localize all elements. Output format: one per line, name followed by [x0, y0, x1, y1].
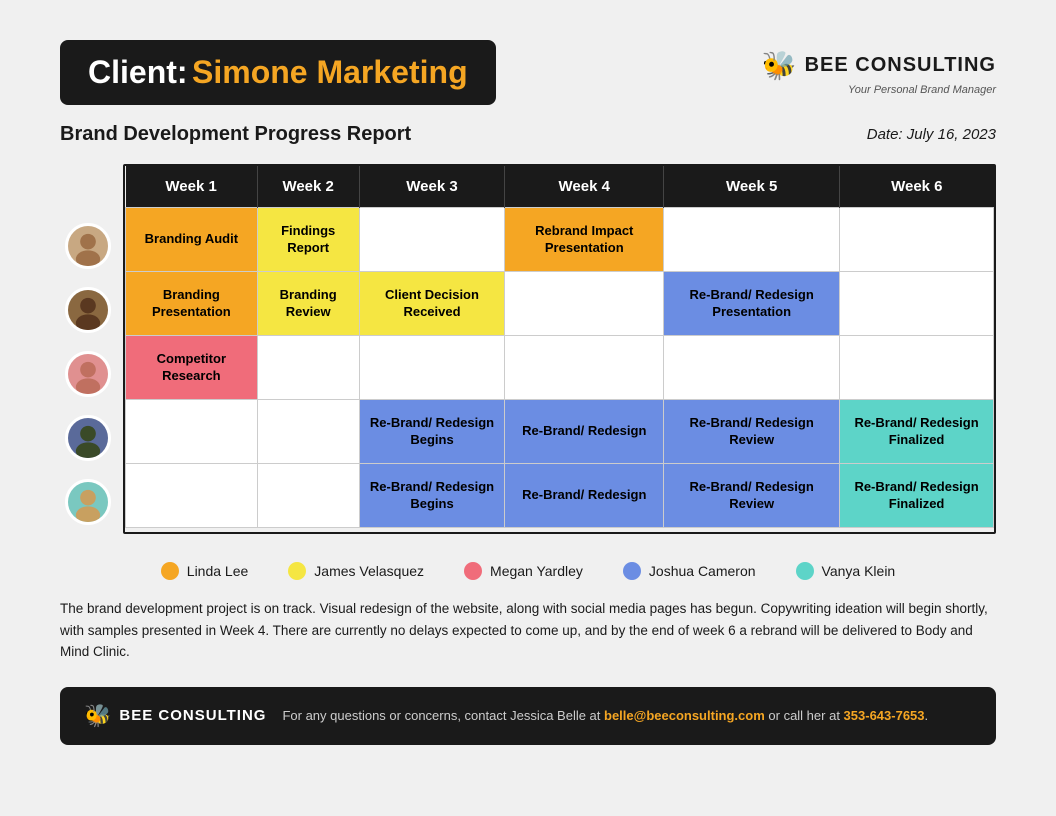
footer-bar: 🐝 BEE CONSULTING For any questions or co… — [60, 687, 996, 745]
table-cell: Re-Brand/ Redesign Review — [664, 400, 840, 464]
col-week5: Week 5 — [664, 166, 840, 208]
table-cell — [126, 464, 258, 528]
table-cell: Re-Brand/ Redesign Presentation — [664, 272, 840, 336]
bee-icon: 🐝 — [762, 49, 797, 82]
table-cell: Re-Brand/ Redesign — [505, 400, 664, 464]
legend-label-vanya: Vanya Klein — [822, 563, 896, 579]
description-text: The brand development project is on trac… — [60, 598, 996, 663]
table-row: Competitor Research — [126, 336, 994, 400]
col-week6: Week 6 — [840, 166, 994, 208]
avatar-cell-2 — [60, 278, 115, 342]
logo-row: 🐝 BEE CONSULTING — [762, 49, 996, 82]
table-cell — [664, 336, 840, 400]
footer-end-text: . — [925, 708, 929, 723]
table-cell: Client Decision Received — [359, 272, 505, 336]
legend-dot-james — [288, 562, 306, 580]
footer-text: For any questions or concerns, contact J… — [282, 708, 972, 723]
table-cell — [359, 208, 505, 272]
table-wrapper: Week 1 Week 2 Week 3 Week 4 Week 5 Week … — [123, 164, 996, 534]
table-row: Re-Brand/ Redesign BeginsRe-Brand/ Redes… — [126, 464, 994, 528]
legend-label-joshua: Joshua Cameron — [649, 563, 756, 579]
client-name: Simone Marketing — [192, 54, 468, 90]
schedule-table: Week 1 Week 2 Week 3 Week 4 Week 5 Week … — [125, 166, 994, 528]
table-row: Re-Brand/ Redesign BeginsRe-Brand/ Redes… — [126, 400, 994, 464]
avatar-james — [65, 287, 111, 333]
footer-mid-text: or call her at — [765, 708, 844, 723]
legend-item-joshua: Joshua Cameron — [623, 562, 756, 580]
legend-section: Linda Lee James Velasquez Megan Yardley … — [60, 562, 996, 580]
col-week2: Week 2 — [257, 166, 359, 208]
table-cell: Branding Presentation — [126, 272, 258, 336]
table-cell — [664, 208, 840, 272]
col-week3: Week 3 — [359, 166, 505, 208]
legend-dot-megan — [464, 562, 482, 580]
avatar-linda — [65, 223, 111, 269]
legend-item-linda: Linda Lee — [161, 562, 249, 580]
table-cell: Re-Brand/ Redesign Begins — [359, 464, 505, 528]
table-cell: Branding Audit — [126, 208, 258, 272]
avatar-vanya — [65, 479, 111, 525]
table-cell — [126, 400, 258, 464]
table-cell: Branding Review — [257, 272, 359, 336]
table-cell — [257, 336, 359, 400]
table-cell — [359, 336, 505, 400]
table-section: Week 1 Week 2 Week 3 Week 4 Week 5 Week … — [60, 164, 996, 534]
avatar-cell-3 — [60, 342, 115, 406]
table-cell — [840, 208, 994, 272]
legend-dot-joshua — [623, 562, 641, 580]
footer-bee-icon: 🐝 — [84, 703, 111, 729]
table-cell: Re-Brand/ Redesign Review — [664, 464, 840, 528]
company-name: BEE CONSULTING — [805, 54, 996, 77]
col-week1: Week 1 — [126, 166, 258, 208]
header: Client: Simone Marketing 🐝 BEE CONSULTIN… — [60, 40, 996, 105]
table-cell: Findings Report — [257, 208, 359, 272]
avatar-joshua — [65, 415, 111, 461]
avatar-cell-5 — [60, 470, 115, 534]
tagline: Your Personal Brand Manager — [848, 84, 996, 96]
title-box: Client: Simone Marketing — [60, 40, 496, 105]
table-row: Branding PresentationBranding ReviewClie… — [126, 272, 994, 336]
table-cell: Re-Brand/ Redesign Begins — [359, 400, 505, 464]
legend-dot-vanya — [796, 562, 814, 580]
legend-dot-linda — [161, 562, 179, 580]
table-cell: Re-Brand/ Redesign Finalized — [840, 400, 994, 464]
table-header-row: Week 1 Week 2 Week 3 Week 4 Week 5 Week … — [126, 166, 994, 208]
date-label: Date: July 16, 2023 — [867, 126, 996, 143]
logo-area: 🐝 BEE CONSULTING Your Personal Brand Man… — [762, 49, 996, 96]
footer-phone[interactable]: 353-643-7653 — [844, 708, 925, 723]
subtitle: Brand Development Progress Report — [60, 123, 411, 146]
subtitle-row: Brand Development Progress Report Date: … — [60, 123, 996, 146]
page: Client: Simone Marketing 🐝 BEE CONSULTIN… — [60, 40, 996, 745]
table-cell — [840, 272, 994, 336]
client-label: Client: — [88, 54, 188, 90]
legend-label-linda: Linda Lee — [187, 563, 249, 579]
legend-label-megan: Megan Yardley — [490, 563, 583, 579]
legend-label-james: James Velasquez — [314, 563, 424, 579]
table-cell: Re-Brand/ Redesign — [505, 464, 664, 528]
table-cell — [840, 336, 994, 400]
legend-item-megan: Megan Yardley — [464, 562, 583, 580]
table-cell — [257, 464, 359, 528]
legend-item-vanya: Vanya Klein — [796, 562, 896, 580]
table-cell: Rebrand Impact Presentation — [505, 208, 664, 272]
footer-text-before: For any questions or concerns, contact J… — [282, 708, 604, 723]
table-cell: Re-Brand/ Redesign Finalized — [840, 464, 994, 528]
table-cell — [505, 272, 664, 336]
avatar-cell-4 — [60, 406, 115, 470]
avatars-column — [60, 214, 115, 534]
col-week4: Week 4 — [505, 166, 664, 208]
table-row: Branding AuditFindings Report Rebrand Imp… — [126, 208, 994, 272]
avatar-megan — [65, 351, 111, 397]
table-cell — [505, 336, 664, 400]
footer-logo: 🐝 BEE CONSULTING — [84, 703, 266, 729]
legend-item-james: James Velasquez — [288, 562, 424, 580]
avatar-cell-1 — [60, 214, 115, 278]
footer-company: BEE CONSULTING — [119, 707, 266, 724]
table-cell: Competitor Research — [126, 336, 258, 400]
table-cell — [257, 400, 359, 464]
footer-email[interactable]: belle@beeconsulting.com — [604, 708, 765, 723]
